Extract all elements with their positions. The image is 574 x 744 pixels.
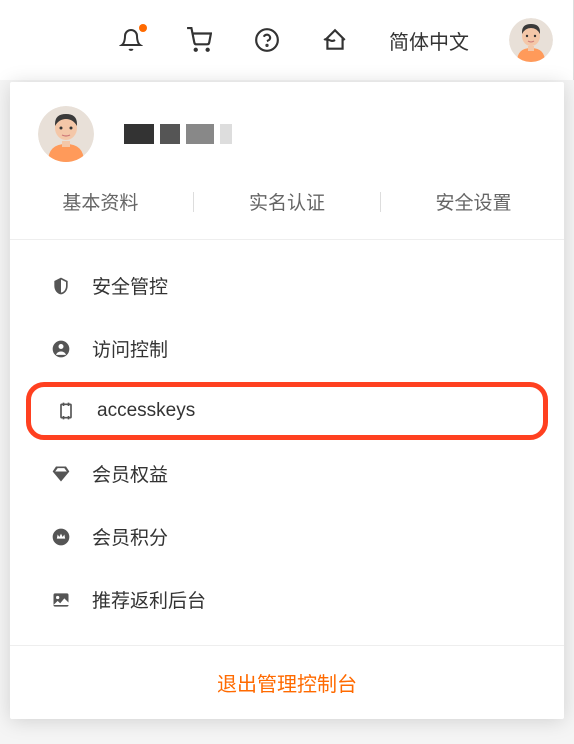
person-icon [50,338,72,360]
user-dropdown: 基本资料 实名认证 安全设置 安全管控 访问控制 accesskeys [10,82,564,719]
menu-member-benefits[interactable]: 会员权益 [10,442,564,505]
crown-icon [50,526,72,548]
bell-icon[interactable] [117,26,145,54]
language-selector[interactable]: 简体中文 [389,26,469,55]
avatar-icon [38,106,94,162]
divider [380,192,381,212]
help-icon[interactable] [253,26,281,54]
user-header [10,82,564,180]
image-icon [50,589,72,611]
menu-list: 安全管控 访问控制 accesskeys 会员权益 会员积分 [10,239,564,645]
cart-icon[interactable] [185,26,213,54]
avatar-icon [509,18,553,62]
tab-security[interactable]: 安全设置 [426,188,522,215]
tab-profile[interactable]: 基本资料 [52,188,148,215]
menu-label: accesskeys [97,400,195,422]
avatar-button[interactable] [509,18,553,62]
key-icon [55,400,77,422]
menu-referral[interactable]: 推荐返利后台 [10,568,564,631]
menu-label: 访问控制 [92,335,168,362]
notification-dot [139,24,147,32]
menu-member-points[interactable]: 会员积分 [10,505,564,568]
menu-access-control[interactable]: 访问控制 [10,317,564,380]
tab-verify[interactable]: 实名认证 [239,188,335,215]
menu-label: 会员权益 [92,460,168,487]
username [124,124,238,144]
shield-icon [50,275,72,297]
menu-label: 安全管控 [92,272,168,299]
menu-security-control[interactable]: 安全管控 [10,254,564,317]
divider [193,192,194,212]
menu-label: 会员积分 [92,523,168,550]
diamond-icon [50,463,72,485]
logout-button[interactable]: 退出管理控制台 [10,645,564,719]
menu-label: 推荐返利后台 [92,586,206,613]
avatar-large [38,106,94,162]
home-icon[interactable] [321,26,349,54]
profile-tabs: 基本资料 实名认证 安全设置 [10,180,564,239]
menu-accesskeys[interactable]: accesskeys [26,382,548,440]
